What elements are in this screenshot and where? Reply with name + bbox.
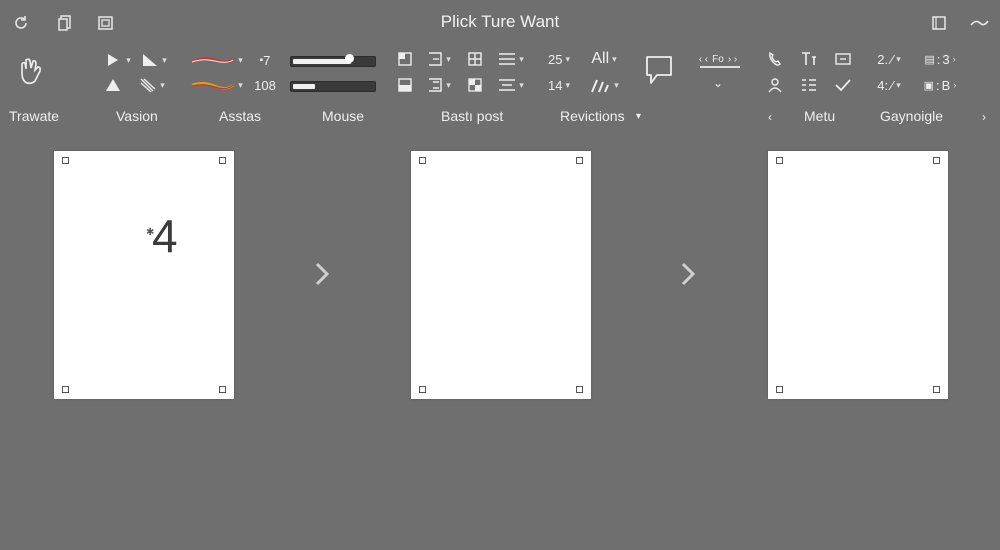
list-format-4[interactable]: ▣: B › (912, 76, 968, 94)
text-style-icon[interactable] (798, 50, 820, 68)
check-icon[interactable] (832, 76, 854, 94)
frame-dropdown-2[interactable]: ▾ (420, 76, 458, 94)
frame-icon[interactable] (832, 50, 854, 68)
group-label-trawate[interactable]: Trawate (9, 108, 59, 124)
window-title: Plick Ture Want (440, 12, 560, 31)
bars-icon[interactable]: ▾ (584, 76, 624, 94)
font-size-dropdown[interactable]: 25 ▾ (541, 50, 577, 68)
comment-icon[interactable] (640, 52, 678, 88)
resize-handle[interactable] (933, 386, 940, 393)
resize-handle[interactable] (219, 157, 226, 164)
resize-handle[interactable] (576, 386, 583, 393)
group-label-mouse[interactable]: Mouse (322, 108, 364, 124)
stroke-style-dropdown[interactable]: ▾ (190, 52, 244, 68)
list-format-1[interactable]: 2. ⁄ ▾ (872, 50, 906, 68)
page-thumbnail-2[interactable] (411, 151, 591, 399)
ribbon-toolbar: ▾ ▾ ▾ ▪ 7 ▾ ▾ 108 ▾ ▾ ▾ ▾ 25 ▾ All ▾ 14 … (0, 44, 1000, 100)
comment-label: ‹ ‹ Fo › › (698, 53, 738, 65)
phone-icon[interactable] (766, 50, 784, 68)
scroll-left-icon[interactable]: ‹ (768, 110, 772, 124)
comment-dropdown[interactable]: ⌄ (708, 76, 728, 90)
triangle-tool-icon[interactable]: ▾ (135, 52, 173, 68)
resize-handle[interactable] (62, 157, 69, 164)
hand-tool-icon[interactable] (14, 54, 48, 88)
resize-handle[interactable] (776, 157, 783, 164)
layout-icon[interactable] (396, 50, 414, 68)
group-label-asstas[interactable]: Asstas (219, 108, 261, 124)
opacity-spinner[interactable]: ▪ 7 (250, 51, 280, 69)
color-stroke-dropdown[interactable]: ▾ (190, 76, 244, 94)
group-label-metu[interactable]: Metu (804, 108, 835, 124)
all-dropdown[interactable]: All ▾ (584, 50, 624, 68)
align-dropdown-2[interactable]: ▾ (490, 76, 532, 94)
next-arrow-icon[interactable] (311, 260, 333, 288)
number-field[interactable]: 108 (250, 76, 280, 94)
align-dropdown[interactable]: ▾ (490, 50, 532, 68)
window-icon[interactable] (928, 12, 950, 34)
resize-handle[interactable] (219, 386, 226, 393)
ribbon-group-labels: Trawate Vasion Asstas Mouse Bastı post R… (0, 100, 1000, 130)
group-label-gaynoigle[interactable]: Gaynoigle (880, 108, 943, 124)
play-tool-icon[interactable]: ▾ (103, 52, 133, 68)
scroll-right-icon[interactable]: › (982, 110, 986, 124)
page-number: 4 (152, 210, 178, 262)
page-thumbnail-3[interactable] (768, 151, 948, 399)
layout-icon-2[interactable] (396, 76, 414, 94)
title-bar: Plick Ture Want (0, 0, 1000, 44)
resize-handle[interactable] (62, 386, 69, 393)
resize-handle[interactable] (419, 386, 426, 393)
next-arrow-icon[interactable] (677, 260, 699, 288)
resize-handle[interactable] (576, 157, 583, 164)
resize-handle[interactable] (933, 157, 940, 164)
frame-dropdown[interactable]: ▾ (420, 50, 458, 68)
divider (700, 66, 740, 68)
cone-tool-icon[interactable] (103, 76, 123, 94)
pen-tool-icon[interactable]: ▾ (130, 76, 174, 94)
opacity-slider[interactable] (290, 81, 376, 92)
group-label-vasion[interactable]: Vasion (116, 108, 158, 124)
font-size-dropdown-2[interactable]: 14 ▾ (541, 76, 577, 94)
list-format-2[interactable]: ▤:3 › (912, 50, 968, 68)
list-format-3[interactable]: 4: ⁄ ▾ (872, 76, 906, 94)
grid-icon[interactable] (466, 50, 484, 68)
brush-slider[interactable] (290, 54, 376, 67)
resize-handle[interactable] (776, 386, 783, 393)
checker-icon[interactable] (466, 76, 484, 94)
page-thumbnail-1[interactable]: ✱ 4 (54, 151, 234, 399)
group-label-revictions[interactable]: Revictions (560, 108, 625, 124)
resize-handle[interactable] (419, 157, 426, 164)
group-label-basti-post[interactable]: Bastı post (441, 108, 503, 124)
revictions-chevron-icon[interactable]: ▾ (636, 111, 641, 122)
list-icon[interactable] (798, 76, 820, 94)
minimize-icon[interactable] (968, 12, 990, 34)
user-icon[interactable] (766, 76, 784, 94)
